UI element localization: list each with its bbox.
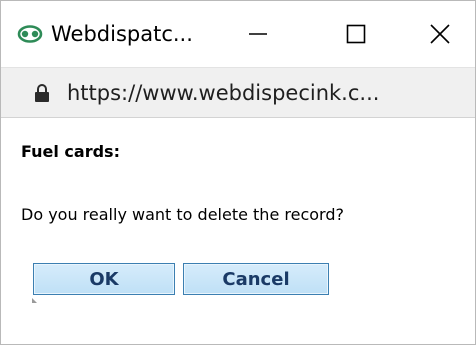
minimize-button[interactable] xyxy=(223,1,293,67)
address-bar[interactable]: https://www.webdispecink.c... xyxy=(1,67,475,118)
minimize-icon xyxy=(249,33,267,35)
cancel-button[interactable]: Cancel xyxy=(183,263,329,295)
ok-button[interactable]: OK xyxy=(33,263,175,295)
title-bar[interactable]: Webdispatc... xyxy=(1,1,475,67)
lock-icon xyxy=(34,83,50,103)
window-title: Webdispatc... xyxy=(51,22,193,46)
maximize-icon xyxy=(346,24,366,44)
close-button[interactable] xyxy=(405,1,475,67)
close-icon xyxy=(430,24,450,44)
app-logo-icon xyxy=(17,24,43,44)
dialog-content: Fuel cards: Do you really want to delete… xyxy=(1,118,475,344)
dialog-title: Fuel cards: xyxy=(21,142,120,161)
dialog-message: Do you really want to delete the record? xyxy=(21,205,344,224)
resize-grip-icon xyxy=(32,298,37,303)
maximize-button[interactable] xyxy=(321,1,391,67)
browser-popup-window: Webdispatc... https://www.webdispecink.c… xyxy=(0,0,476,345)
url-text[interactable]: https://www.webdispecink.c... xyxy=(67,78,379,108)
